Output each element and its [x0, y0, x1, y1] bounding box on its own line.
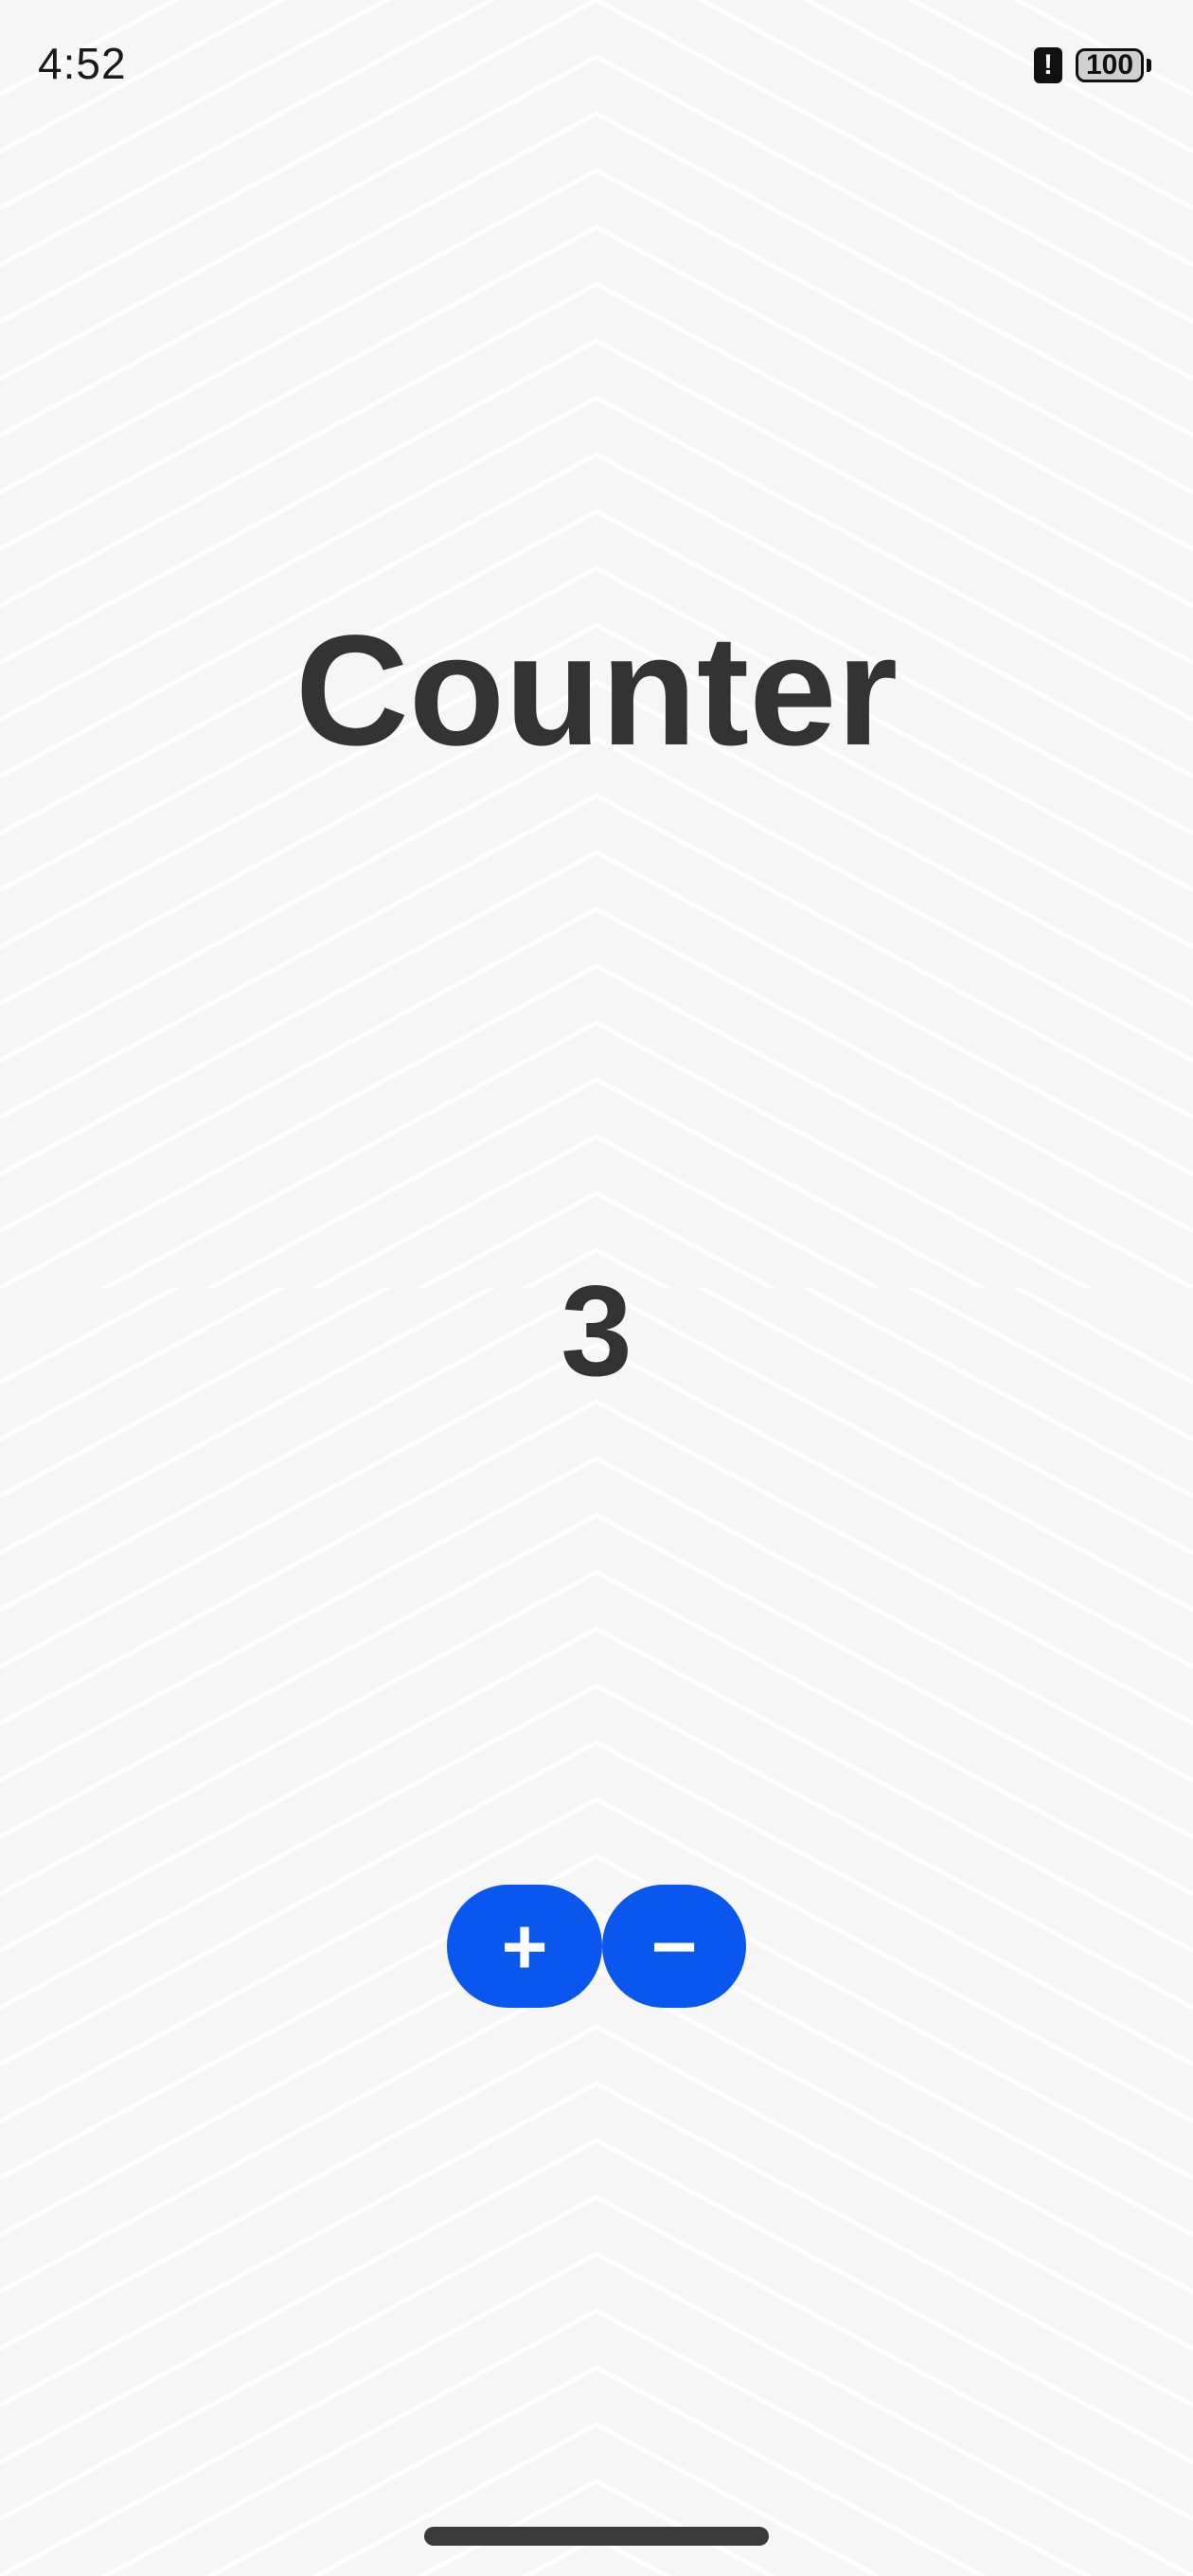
- alert-icon: [1034, 47, 1062, 83]
- status-time: 4:52: [38, 39, 127, 88]
- counter-controls: + −: [447, 1885, 746, 2008]
- decrement-button[interactable]: −: [602, 1885, 746, 2008]
- status-icons: 100: [1034, 47, 1151, 83]
- home-indicator[interactable]: [424, 2527, 769, 2546]
- counter-value: 3: [561, 1259, 632, 1403]
- battery-body: 100: [1076, 48, 1144, 82]
- status-bar: 4:52 100: [0, 0, 1193, 133]
- page-title: Counter: [294, 603, 899, 778]
- increment-button[interactable]: +: [447, 1885, 602, 2008]
- battery-level: 100: [1085, 49, 1134, 80]
- battery-cap: [1147, 59, 1151, 72]
- battery-icon: 100: [1076, 48, 1151, 82]
